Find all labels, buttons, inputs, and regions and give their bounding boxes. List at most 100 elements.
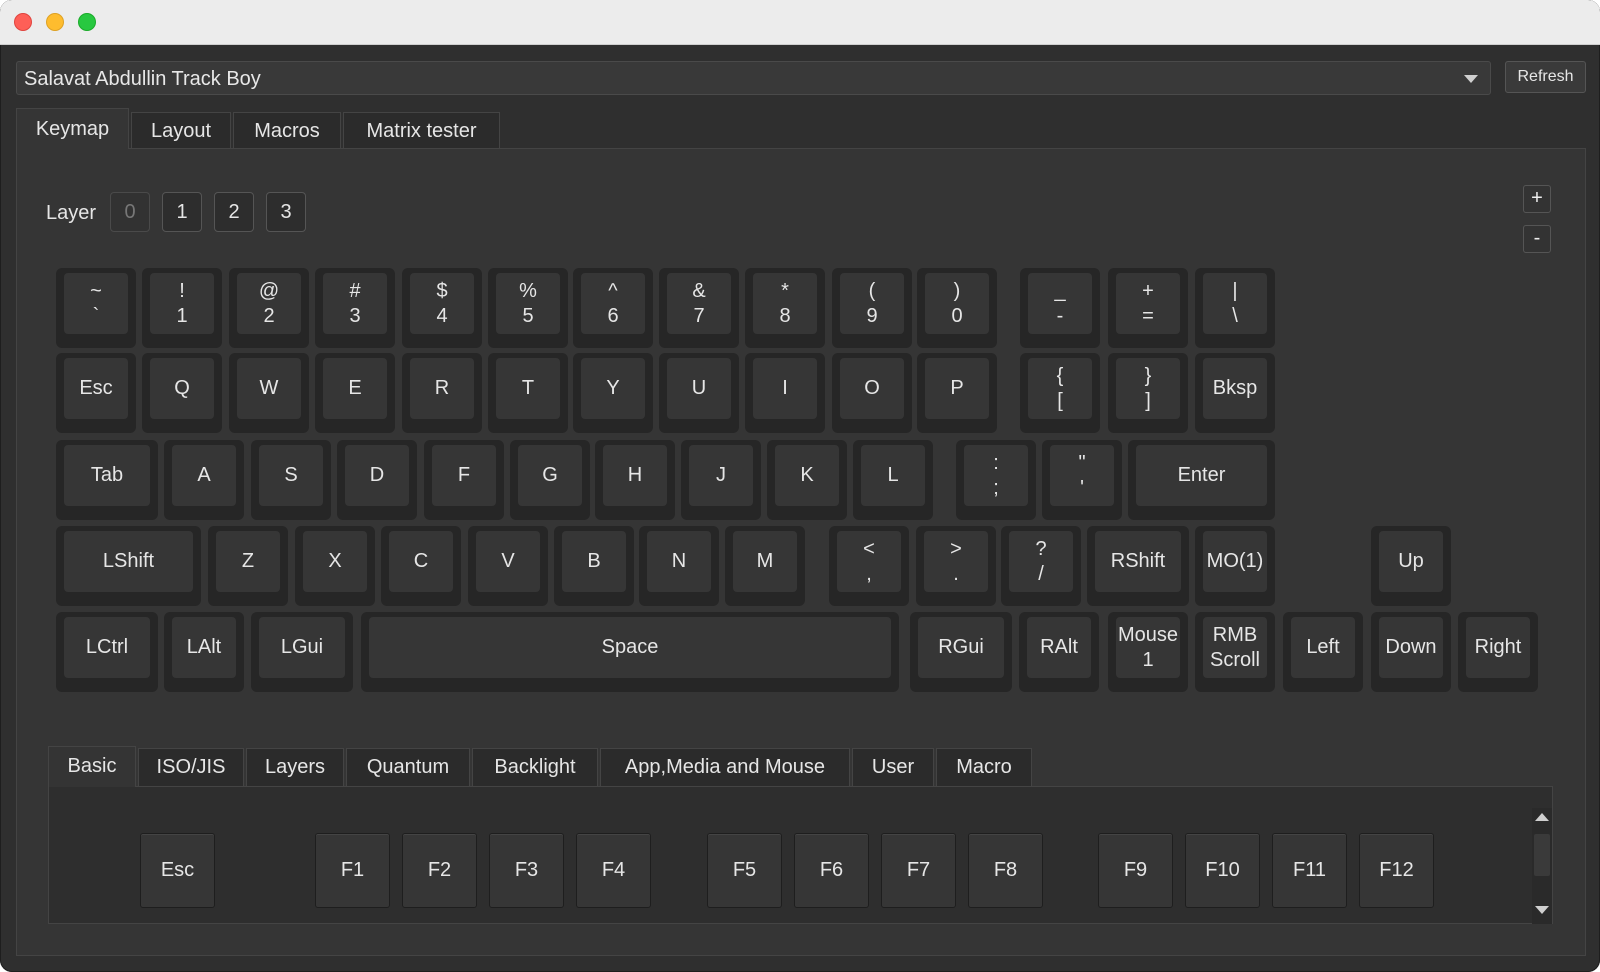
keyboard-key[interactable]: RAlt: [1019, 612, 1099, 692]
zoom-out-button[interactable]: -: [1523, 225, 1551, 253]
keyboard-key[interactable]: * 8: [745, 268, 825, 348]
keycode-f12[interactable]: F12: [1359, 833, 1434, 908]
keycode-scrollbar-thumb[interactable]: [1534, 834, 1550, 876]
keyboard-key[interactable]: W: [229, 353, 309, 433]
keyboard-key[interactable]: R: [402, 353, 482, 433]
keyboard-key[interactable]: K: [767, 440, 847, 520]
tab-macros[interactable]: Macros: [233, 112, 341, 148]
keyboard-key[interactable]: RMB Scroll: [1195, 612, 1275, 692]
keycode-f10[interactable]: F10: [1185, 833, 1260, 908]
keyboard-key[interactable]: ^ 6: [573, 268, 653, 348]
keycode-f9[interactable]: F9: [1098, 833, 1173, 908]
tab-backlight[interactable]: Backlight: [472, 748, 598, 786]
keyboard-key[interactable]: ? /: [1001, 526, 1081, 606]
layer-button-3[interactable]: 3: [266, 192, 306, 232]
keycode-f8[interactable]: F8: [968, 833, 1043, 908]
keyboard-key[interactable]: (9: [832, 268, 912, 348]
keyboard-key[interactable]: T: [488, 353, 568, 433]
refresh-button[interactable]: Refresh: [1505, 61, 1586, 93]
keyboard-key[interactable]: P: [917, 353, 997, 433]
keyboard-key[interactable]: F: [424, 440, 504, 520]
keyboard-key[interactable]: Mouse 1: [1108, 612, 1188, 692]
keycode-esc[interactable]: Esc: [140, 833, 215, 908]
keyboard-key[interactable]: ) 0: [917, 268, 997, 348]
keyboard-key[interactable]: LCtrl: [56, 612, 158, 692]
keyboard-key[interactable]: O: [832, 353, 912, 433]
keycode-f11[interactable]: F11: [1272, 833, 1347, 908]
keyboard-key[interactable]: :;: [956, 440, 1036, 520]
keyboard-key[interactable]: Bksp: [1195, 353, 1275, 433]
keyboard-key[interactable]: MO(1): [1195, 526, 1275, 606]
keyboard-key[interactable]: J: [681, 440, 761, 520]
keyboard-key[interactable]: L: [853, 440, 933, 520]
close-window-button[interactable]: [14, 13, 32, 31]
keycode-f5[interactable]: F5: [707, 833, 782, 908]
keycode-f2[interactable]: F2: [402, 833, 477, 908]
layer-button-1[interactable]: 1: [162, 192, 202, 232]
keyboard-key[interactable]: Space: [361, 612, 899, 692]
tab-user[interactable]: User: [852, 748, 934, 786]
device-dropdown[interactable]: Salavat Abdullin Track Boy: [16, 61, 1491, 95]
keyboard-key[interactable]: >.: [916, 526, 996, 606]
keyboard-key[interactable]: Esc: [56, 353, 136, 433]
keyboard-key[interactable]: C: [381, 526, 461, 606]
tab-keymap[interactable]: Keymap: [16, 108, 129, 149]
keyboard-key[interactable]: & 7: [659, 268, 739, 348]
keyboard-key[interactable]: Q: [142, 353, 222, 433]
keycode-f1[interactable]: F1: [315, 833, 390, 908]
tab-quantum[interactable]: Quantum: [346, 748, 470, 786]
tab-layout[interactable]: Layout: [131, 112, 231, 148]
tab-basic[interactable]: Basic: [48, 746, 136, 787]
keycode-f6[interactable]: F6: [794, 833, 869, 908]
keyboard-key[interactable]: Tab: [56, 440, 158, 520]
keyboard-key[interactable]: Z: [208, 526, 288, 606]
keyboard-key[interactable]: _ -: [1020, 268, 1100, 348]
keyboard-key[interactable]: Y: [573, 353, 653, 433]
keyboard-key[interactable]: N: [639, 526, 719, 606]
keyboard-key[interactable]: RShift: [1087, 526, 1189, 606]
keyboard-key[interactable]: S: [251, 440, 331, 520]
keyboard-key[interactable]: B: [554, 526, 634, 606]
keyboard-key[interactable]: Enter: [1128, 440, 1275, 520]
keycode-f4[interactable]: F4: [576, 833, 651, 908]
keyboard-key[interactable]: LShift: [56, 526, 201, 606]
scroll-down-icon[interactable]: [1535, 906, 1549, 914]
keyboard-key[interactable]: I: [745, 353, 825, 433]
keyboard-key[interactable]: G: [510, 440, 590, 520]
scroll-up-icon[interactable]: [1535, 813, 1549, 821]
keyboard-key[interactable]: Left: [1283, 612, 1363, 692]
keyboard-key[interactable]: A: [164, 440, 244, 520]
tab-app-media-mouse[interactable]: App,Media and Mouse: [600, 748, 850, 786]
keyboard-key[interactable]: Down: [1371, 612, 1451, 692]
keyboard-key[interactable]: H: [595, 440, 675, 520]
keyboard-key[interactable]: | \: [1195, 268, 1275, 348]
keyboard-key[interactable]: <,: [829, 526, 909, 606]
keyboard-key[interactable]: }]: [1108, 353, 1188, 433]
keyboard-key[interactable]: LAlt: [164, 612, 244, 692]
keyboard-key[interactable]: Right: [1458, 612, 1538, 692]
keyboard-key[interactable]: X: [295, 526, 375, 606]
keyboard-key[interactable]: Up: [1371, 526, 1451, 606]
keyboard-key[interactable]: LGui: [251, 612, 353, 692]
tab-layers[interactable]: Layers: [246, 748, 344, 786]
tab-macro[interactable]: Macro: [936, 748, 1032, 786]
minimize-window-button[interactable]: [46, 13, 64, 31]
keyboard-key[interactable]: M: [725, 526, 805, 606]
keyboard-key[interactable]: @2: [229, 268, 309, 348]
zoom-in-button[interactable]: +: [1523, 185, 1551, 213]
keyboard-key[interactable]: #3: [315, 268, 395, 348]
layer-button-2[interactable]: 2: [214, 192, 254, 232]
keyboard-key[interactable]: RGui: [910, 612, 1012, 692]
keyboard-key[interactable]: E: [315, 353, 395, 433]
keyboard-key[interactable]: $4: [402, 268, 482, 348]
tab-iso-jis[interactable]: ISO/JIS: [138, 748, 244, 786]
keycode-f3[interactable]: F3: [489, 833, 564, 908]
keyboard-key[interactable]: ! 1: [142, 268, 222, 348]
keyboard-key[interactable]: % 5: [488, 268, 568, 348]
tab-matrix-tester[interactable]: Matrix tester: [343, 112, 500, 148]
keyboard-key[interactable]: " ': [1042, 440, 1122, 520]
keyboard-key[interactable]: U: [659, 353, 739, 433]
keyboard-key[interactable]: ~ `: [56, 268, 136, 348]
keyboard-key[interactable]: V: [468, 526, 548, 606]
keyboard-key[interactable]: {[: [1020, 353, 1100, 433]
